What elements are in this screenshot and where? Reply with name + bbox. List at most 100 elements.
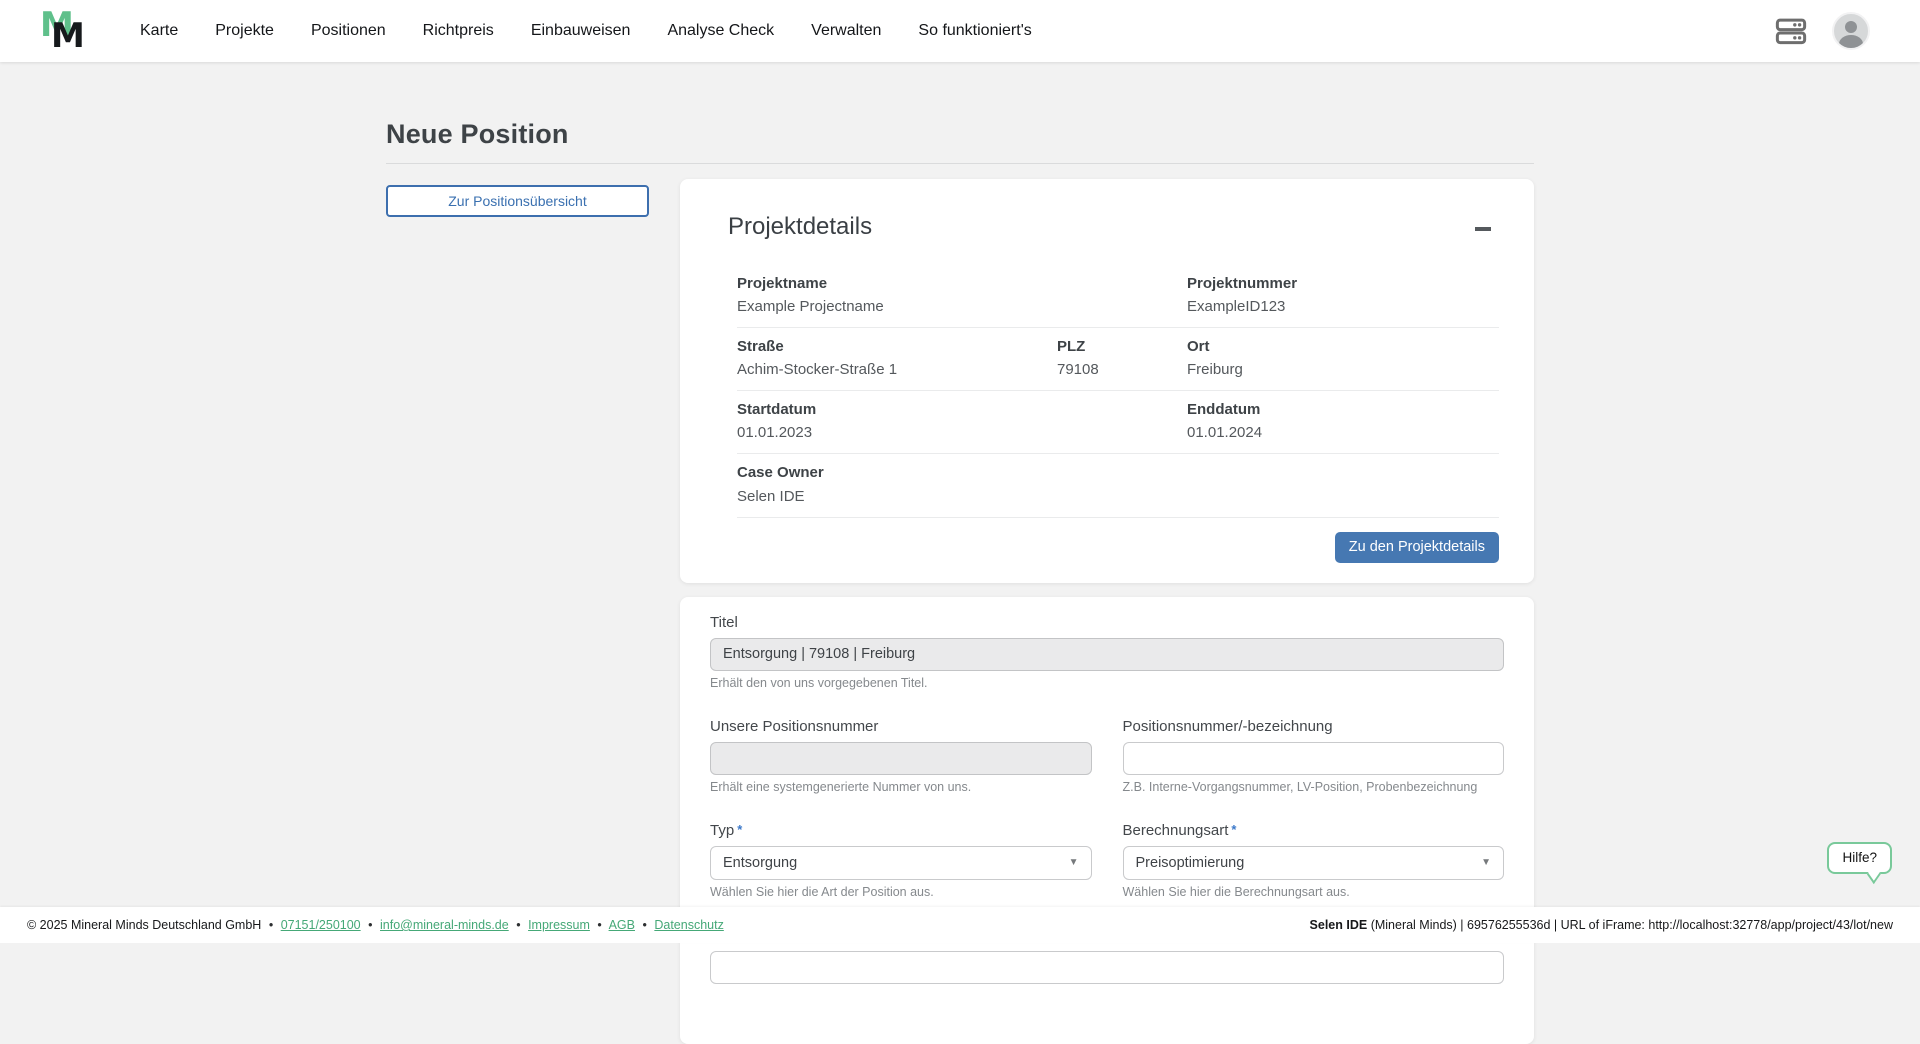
server-icon-glyph <box>1774 16 1808 46</box>
field-value: 01.01.2023 <box>737 422 1187 443</box>
detail-row-name-number: Projektname Example Projectname Projektn… <box>737 265 1499 328</box>
footer-link-email[interactable]: info@mineral-minds.de <box>380 918 509 932</box>
field-value: Selen IDE <box>737 486 1499 507</box>
detail-field-ort: Ort Freiburg <box>1187 337 1499 380</box>
field-label: Case Owner <box>737 463 1499 483</box>
detail-field-enddatum: Enddatum 01.01.2024 <box>1187 400 1499 443</box>
left-column: Zur Positionsübersicht <box>386 179 649 217</box>
project-card-actions: Zu den Projektdetails <box>728 532 1499 563</box>
footer-separator: • <box>516 918 520 932</box>
nav-item-richtpreis[interactable]: Richtpreis <box>423 22 494 40</box>
nav-item-verwalten[interactable]: Verwalten <box>811 22 881 40</box>
footer-link-datenschutz[interactable]: Datenschutz <box>654 918 723 932</box>
user-avatar-icon[interactable] <box>1832 12 1870 50</box>
field-value: ExampleID123 <box>1187 296 1499 317</box>
berechnungsart-select-value: Preisoptimierung <box>1136 855 1245 871</box>
number-row: Unsere Positionsnummer Erhält eine syste… <box>710 718 1504 794</box>
detail-field-projektnummer: Projektnummer ExampleID123 <box>1187 274 1499 317</box>
detail-field-case-owner: Case Owner Selen IDE <box>737 463 1499 506</box>
page-title: Neue Position <box>386 119 1534 150</box>
project-card-header: Projektdetails <box>728 213 1499 245</box>
chevron-down-icon: ▼ <box>1069 857 1079 868</box>
footer-left: © 2025 Mineral Minds Deutschland GmbH • … <box>27 918 724 932</box>
typ-select-value: Entsorgung <box>723 855 797 871</box>
detail-field-strasse: Straße Achim-Stocker-Straße 1 <box>737 337 1057 380</box>
berechnungsart-helper: Wählen Sie hier die Berechnungsart aus. <box>1123 885 1505 899</box>
mineral-minds-logo-icon[interactable]: M M <box>36 5 94 57</box>
to-project-details-button[interactable]: Zu den Projektdetails <box>1335 532 1499 563</box>
project-card-title: Projektdetails <box>728 213 872 241</box>
berechnungsart-select[interactable]: Preisoptimierung ▼ <box>1123 846 1505 880</box>
typ-label: Typ* <box>710 822 1092 839</box>
footer: © 2025 Mineral Minds Deutschland GmbH • … <box>0 907 1920 943</box>
required-asterisk: * <box>1231 822 1236 837</box>
field-label: Enddatum <box>1187 400 1499 420</box>
help-button-label: Hilfe? <box>1842 850 1877 865</box>
typ-helper: Wählen Sie hier die Art der Position aus… <box>710 885 1092 899</box>
nav-item-analyse-check[interactable]: Analyse Check <box>667 22 774 40</box>
person-icon <box>1834 16 1868 48</box>
footer-link-agb[interactable]: AGB <box>609 918 635 932</box>
titel-group: Titel Erhält den von uns vorgegebenen Ti… <box>710 614 1504 690</box>
type-row: Typ* Entsorgung ▼ Wählen Sie hier die Ar… <box>710 822 1504 899</box>
titel-input <box>710 638 1504 671</box>
title-divider <box>386 163 1534 164</box>
field-label: Projektname <box>737 274 1187 294</box>
our-position-number-group: Unsere Positionsnummer Erhält eine syste… <box>710 718 1092 794</box>
footer-separator: • <box>269 918 273 932</box>
footer-link-phone[interactable]: 07151/250100 <box>281 918 361 932</box>
our-position-number-label: Unsere Positionsnummer <box>710 718 1092 735</box>
detail-row-owner: Case Owner Selen IDE <box>737 454 1499 517</box>
field-label: Ort <box>1187 337 1499 357</box>
footer-copyright: © 2025 Mineral Minds Deutschland GmbH <box>27 918 261 932</box>
field-value: Freiburg <box>1187 359 1499 380</box>
our-position-number-helper: Erhält eine systemgenerierte Nummer von … <box>710 780 1092 794</box>
our-position-number-input <box>710 742 1092 775</box>
footer-session-info: (Mineral Minds) | 69576255536d | URL of … <box>1367 918 1893 932</box>
berechnungsart-label-text: Berechnungsart <box>1123 822 1229 839</box>
project-details-card: Projektdetails Projektname Example Proje… <box>680 179 1534 583</box>
detail-row-address: Straße Achim-Stocker-Straße 1 PLZ 79108 … <box>737 328 1499 391</box>
position-overview-button[interactable]: Zur Positionsübersicht <box>386 185 649 217</box>
case-manager-input[interactable] <box>710 951 1504 984</box>
navbar-right <box>1774 12 1870 50</box>
field-label: Projektnummer <box>1187 274 1499 294</box>
position-number-input[interactable] <box>1123 742 1505 775</box>
server-icon[interactable] <box>1774 16 1808 46</box>
titel-helper: Erhält den von uns vorgegebenen Titel. <box>710 676 1504 690</box>
field-value: 79108 <box>1057 359 1187 380</box>
field-label: PLZ <box>1057 337 1187 357</box>
required-asterisk: * <box>737 822 742 837</box>
footer-user-name: Selen IDE <box>1310 918 1368 932</box>
detail-field-projektname: Projektname Example Projectname <box>737 274 1187 317</box>
main-content: Neue Position Zur Positionsübersicht Pro… <box>386 62 1534 1044</box>
speech-bubble-tail <box>1867 864 1881 884</box>
typ-label-text: Typ <box>710 822 734 839</box>
field-label: Straße <box>737 337 1057 357</box>
footer-separator: • <box>368 918 372 932</box>
nav-item-einbauweisen[interactable]: Einbauweisen <box>531 22 631 40</box>
position-number-group: Positionsnummer/-bezeichnung Z.B. Intern… <box>1123 718 1505 794</box>
footer-separator: • <box>597 918 601 932</box>
detail-field-plz: PLZ 79108 <box>1057 337 1187 380</box>
field-value: Achim-Stocker-Straße 1 <box>737 359 1057 380</box>
new-position-form-card: Titel Erhält den von uns vorgegebenen Ti… <box>680 597 1534 1044</box>
typ-select[interactable]: Entsorgung ▼ <box>710 846 1092 880</box>
nav-item-positionen[interactable]: Positionen <box>311 22 386 40</box>
collapse-card-button[interactable] <box>1467 213 1499 245</box>
detail-row-dates: Startdatum 01.01.2023 Enddatum 01.01.202… <box>737 391 1499 454</box>
nav-item-so-funktionierts[interactable]: So funktioniert's <box>918 22 1031 40</box>
footer-link-impressum[interactable]: Impressum <box>528 918 590 932</box>
position-number-helper: Z.B. Interne-Vorgangsnummer, LV-Position… <box>1123 780 1505 794</box>
titel-label: Titel <box>710 614 1504 631</box>
logo-m-black: M <box>51 19 85 53</box>
berechnungsart-group: Berechnungsart* Preisoptimierung ▼ Wähle… <box>1123 822 1505 899</box>
berechnungsart-label: Berechnungsart* <box>1123 822 1505 839</box>
typ-group: Typ* Entsorgung ▼ Wählen Sie hier die Ar… <box>710 822 1092 899</box>
help-button[interactable]: Hilfe? <box>1827 842 1892 874</box>
nav-item-projekte[interactable]: Projekte <box>215 22 274 40</box>
nav-menu: Karte Projekte Positionen Richtpreis Ein… <box>140 22 1032 40</box>
position-number-label: Positionsnummer/-bezeichnung <box>1123 718 1505 735</box>
detail-field-startdatum: Startdatum 01.01.2023 <box>737 400 1187 443</box>
nav-item-karte[interactable]: Karte <box>140 22 178 40</box>
